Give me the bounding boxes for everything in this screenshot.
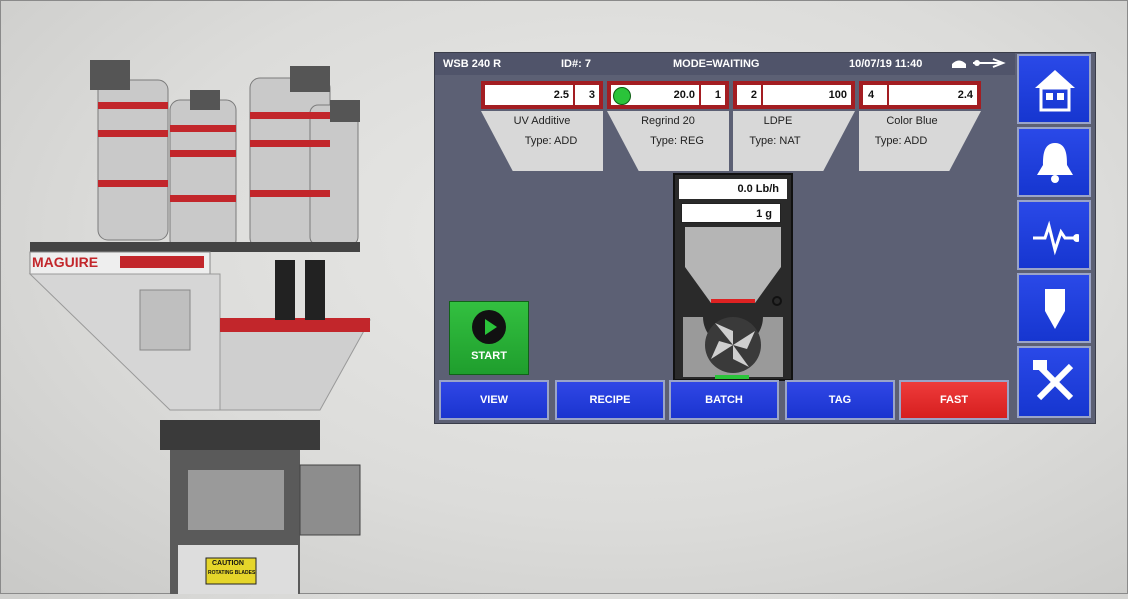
hopper-index: 3 [575,85,599,105]
caution-sublabel: ROTATING BLADES [208,570,256,576]
hopper-value: 100 [763,85,851,105]
tag-button[interactable]: TAG [785,380,895,420]
mixer-status-bar [715,375,749,379]
hopper-button[interactable] [1017,273,1091,343]
pulse-icon [1033,220,1079,256]
start-button[interactable]: START [449,301,529,375]
id-label: ID#: 7 [561,58,591,70]
model-label: WSB 240 R [443,58,502,70]
datetime-label: 10/07/19 11:40 [849,58,923,70]
view-button[interactable]: VIEW [439,380,549,420]
diagnostics-button[interactable] [1017,200,1091,270]
brand-label: MAGUIRE [32,254,99,270]
hopper-color-blue[interactable]: 4 2.4 Color Blue Type: ADD [859,81,981,173]
bell-icon [1037,143,1073,183]
hopper-name: Regrind 20 [641,115,695,127]
rate-readout: 0.0 Lb/h [679,179,787,199]
start-label: START [471,350,507,362]
hopper-value: 2.4 [889,85,977,105]
network-icon [949,56,1009,73]
hopper-name: LDPE [763,115,793,127]
recipe-button[interactable]: RECIPE [555,380,665,420]
play-icon [472,310,506,344]
hmi-screen: WSB 240 R ID#: 7 MODE=WAITING 10/07/19 1… [434,52,1096,424]
status-bar: WSB 240 R ID#: 7 MODE=WAITING 10/07/19 1… [435,53,1015,75]
hopper-name: Color Blue [886,115,938,127]
status-indicator-icon [613,87,631,105]
weight-readout: 1 g [681,203,781,223]
fast-button[interactable]: FAST [899,380,1009,420]
weigh-mix-display: 0.0 Lb/h 1 g [673,173,793,381]
settings-button[interactable] [1017,346,1091,418]
hopper-type: Type: NAT [749,135,801,147]
tools-icon [1033,360,1074,401]
batch-button[interactable]: BATCH [669,380,779,420]
hopper-index: 2 [737,85,761,105]
hopper-name: UV Additive [513,115,571,127]
home-icon [1035,70,1075,112]
home-button[interactable] [1017,54,1091,124]
hopper-index: 4 [863,85,887,105]
alarm-button[interactable] [1017,127,1091,197]
caution-label: CAUTION [212,560,244,567]
hopper-regrind[interactable]: 20.0 1 Regrind 20 Type: REG [607,81,729,173]
hopper-type: Type: REG [650,135,704,147]
weigh-bin-graphic [683,227,783,377]
hopper-ldpe[interactable]: 2 100 LDPE Type: NAT [733,81,855,173]
hopper-type: Type: ADD [874,135,928,147]
hopper-icon [1045,289,1065,329]
hopper-type: Type: ADD [524,135,578,147]
hopper-value: 2.5 [485,85,573,105]
mode-label: MODE=WAITING [673,58,760,70]
blender-machine-illustration: MAGUIRE CAUTION ROTATING BLADES [20,50,400,594]
hopper-uv-additive[interactable]: 2.5 3 UV Additive Type: ADD [481,81,603,173]
hopper-index: 1 [701,85,725,105]
